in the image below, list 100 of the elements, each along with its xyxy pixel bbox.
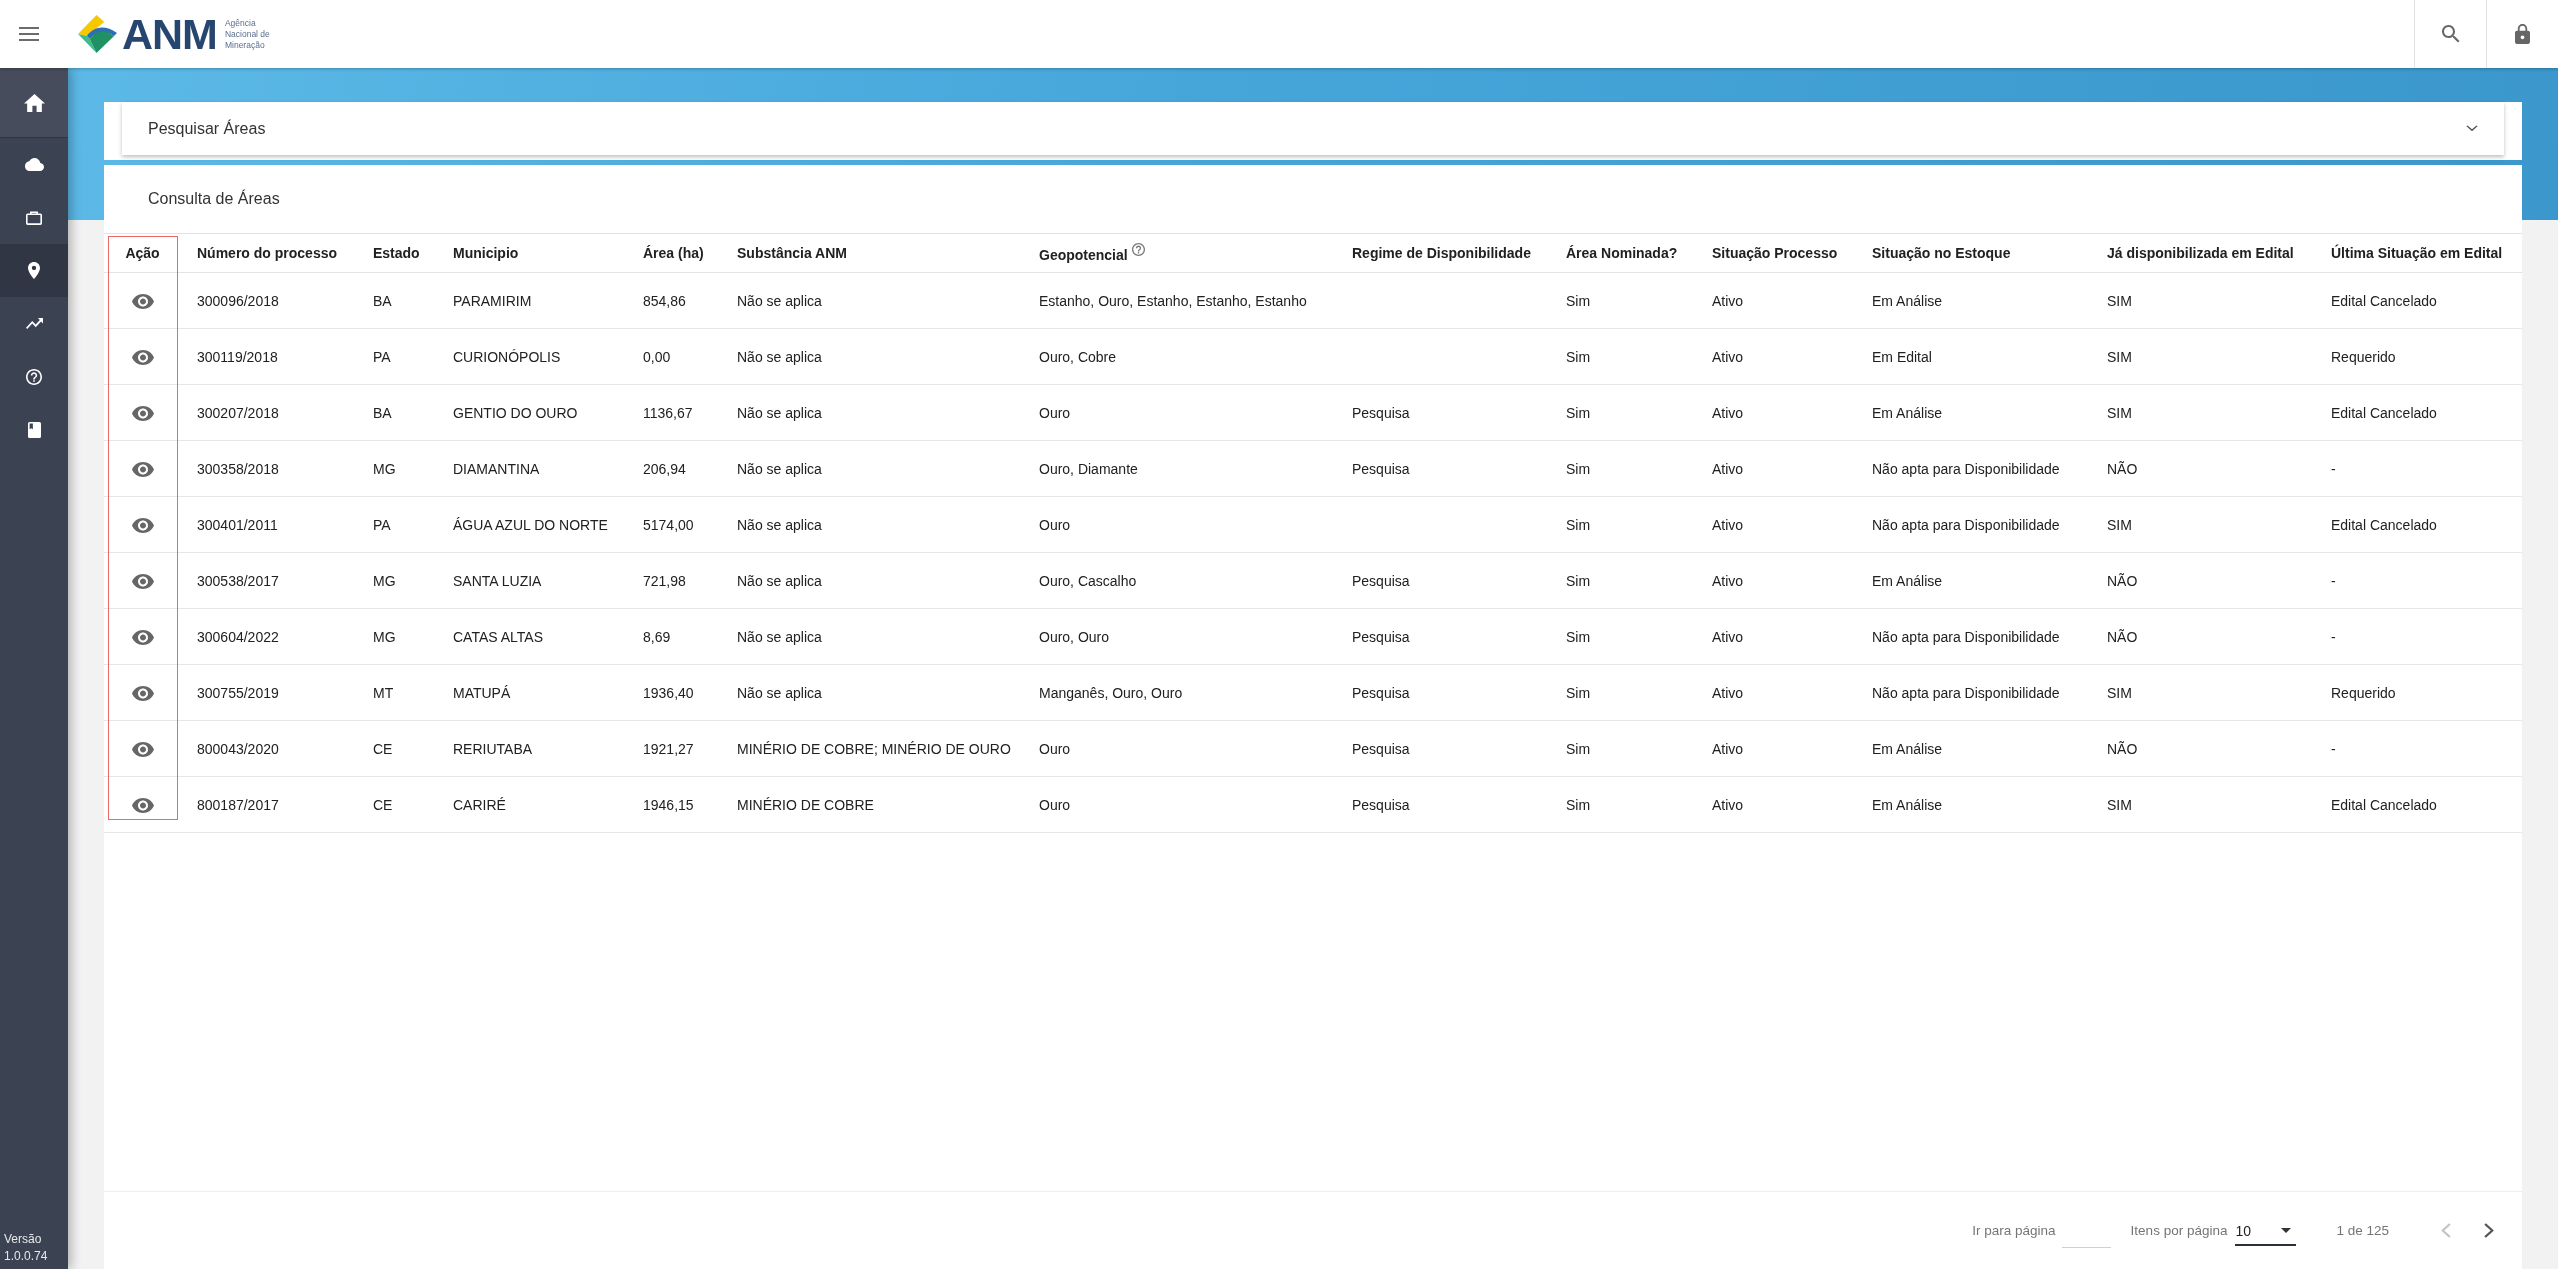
table-cell: NÃO — [2091, 720, 2315, 777]
eye-icon[interactable] — [131, 405, 154, 421]
table-cell: - — [2315, 440, 2522, 497]
table-cell: BA — [357, 384, 437, 441]
table-cell: Ouro — [1023, 496, 1336, 553]
table-cell: Sim — [1550, 272, 1696, 329]
table-cell: Não se aplica — [721, 328, 1023, 385]
page-size-select[interactable]: 10 — [2235, 1215, 2297, 1246]
table-cell: 300358/2018 — [181, 440, 357, 497]
table-cell: Ouro, Cobre — [1023, 328, 1336, 385]
section-title: Consulta de Áreas — [147, 188, 281, 209]
eye-icon[interactable] — [131, 461, 154, 477]
version-number: 1.0.0.74 — [4, 1248, 49, 1265]
table-cell: 1936,40 — [627, 664, 721, 721]
table-cell: 1921,27 — [627, 720, 721, 777]
column-header: Situação Processo — [1712, 245, 1838, 261]
table-cell: Pesquisa — [1336, 608, 1550, 665]
table-cell: SIM — [2091, 496, 2315, 553]
table-cell: Ativo — [1696, 328, 1856, 385]
table-cell: 1946,15 — [627, 776, 721, 833]
table-cell: MG — [357, 608, 437, 665]
chevron-icon[interactable] — [2466, 125, 2478, 132]
go-to-page-label: Ir para página — [1972, 1223, 2056, 1238]
table-cell: MINÉRIO DE COBRE; MINÉRIO DE OURO — [721, 720, 1023, 777]
table-cell: NÃO — [2091, 608, 2315, 665]
table-cell: Em Edital — [1856, 328, 2091, 385]
sidebar-item[interactable] — [0, 68, 68, 138]
sidebar-item[interactable] — [0, 244, 68, 297]
column-header: Situação no Estoque — [1872, 245, 2011, 261]
trending-up-icon — [25, 318, 43, 329]
search-panel-header[interactable]: Pesquisar Áreas — [122, 102, 2504, 155]
table-cell: MT — [357, 664, 437, 721]
table-cell: Manganês, Ouro, Ouro — [1023, 664, 1336, 721]
table-cell: Em Análise — [1856, 720, 2091, 777]
search-icon[interactable] — [2441, 25, 2460, 43]
table-cell: Sim — [1550, 440, 1696, 497]
eye-icon[interactable] — [131, 349, 154, 365]
table-cell: SIM — [2091, 272, 2315, 329]
eye-icon[interactable] — [131, 741, 154, 757]
column-header: Municipio — [453, 245, 519, 261]
column-header: Ação — [125, 245, 160, 261]
table-cell: Sim — [1550, 664, 1696, 721]
table-cell: Ativo — [1696, 608, 1856, 665]
table-cell: 300604/2022 — [181, 608, 357, 665]
table-cell: Requerido — [2315, 328, 2522, 385]
table-cell: Ouro, Cascalho — [1023, 552, 1336, 609]
table-cell: Ativo — [1696, 384, 1856, 441]
table-cell: Estanho, Ouro, Estanho, Estanho, Estanho — [1023, 272, 1336, 329]
chevron-right-icon[interactable] — [2484, 1223, 2494, 1238]
table-cell: Não se aplica — [721, 496, 1023, 553]
table-cell: NÃO — [2091, 552, 2315, 609]
table-cell: Ativo — [1696, 496, 1856, 553]
table-cell: Não apta para Disponibilidade — [1856, 608, 2091, 665]
table-cell: 721,98 — [627, 552, 721, 609]
table-cell: - — [2315, 608, 2522, 665]
table-cell: MG — [357, 440, 437, 497]
eye-icon[interactable] — [131, 629, 154, 645]
table-cell: SIM — [2091, 384, 2315, 441]
eye-icon[interactable] — [131, 685, 154, 701]
eye-icon[interactable] — [131, 573, 154, 589]
table-cell: Edital Cancelado — [2315, 496, 2522, 553]
table-cell: Ativo — [1696, 776, 1856, 833]
table-cell: BA — [357, 272, 437, 329]
map-pin-icon — [28, 262, 40, 279]
table-cell: SIM — [2091, 776, 2315, 833]
table-cell: Ouro — [1023, 776, 1336, 833]
table-cell: MG — [357, 552, 437, 609]
logo-emblem-icon — [78, 15, 117, 53]
eye-icon[interactable] — [131, 797, 154, 813]
table-cell: 800043/2020 — [181, 720, 357, 777]
table-cell: Não se aplica — [721, 272, 1023, 329]
table-cell: PA — [357, 328, 437, 385]
table-cell: CATAS ALTAS — [437, 608, 627, 665]
table-cell: PA — [357, 496, 437, 553]
table-cell: Não se aplica — [721, 664, 1023, 721]
eye-icon[interactable] — [131, 293, 154, 309]
book-icon — [27, 421, 41, 438]
table-cell: SIM — [2091, 664, 2315, 721]
table-cell: Sim — [1550, 496, 1696, 553]
column-header: Área Nominada? — [1566, 245, 1678, 261]
table-cell: 854,86 — [627, 272, 721, 329]
table-cell: Pesquisa — [1336, 552, 1550, 609]
table-cell: 300755/2019 — [181, 664, 357, 721]
table-cell: CE — [357, 776, 437, 833]
menu-icon[interactable] — [19, 27, 39, 41]
table-cell: 0,00 — [627, 328, 721, 385]
version-label: Versão — [4, 1231, 43, 1248]
table-cell: Não se aplica — [721, 384, 1023, 441]
eye-icon[interactable] — [131, 517, 154, 533]
table-cell: Sim — [1550, 720, 1696, 777]
table-cell: Ativo — [1696, 664, 1856, 721]
help-icon[interactable] — [1131, 243, 1145, 256]
lock-icon[interactable] — [2515, 24, 2530, 44]
table-cell: Ativo — [1696, 552, 1856, 609]
table-cell: Em Análise — [1856, 272, 2091, 329]
table-cell: Pesquisa — [1336, 720, 1550, 777]
column-header: Área (ha) — [643, 245, 704, 261]
table-cell: Edital Cancelado — [2315, 384, 2522, 441]
dropdown-caret-icon — [2281, 1228, 2292, 1233]
table-cell: 300096/2018 — [181, 272, 357, 329]
